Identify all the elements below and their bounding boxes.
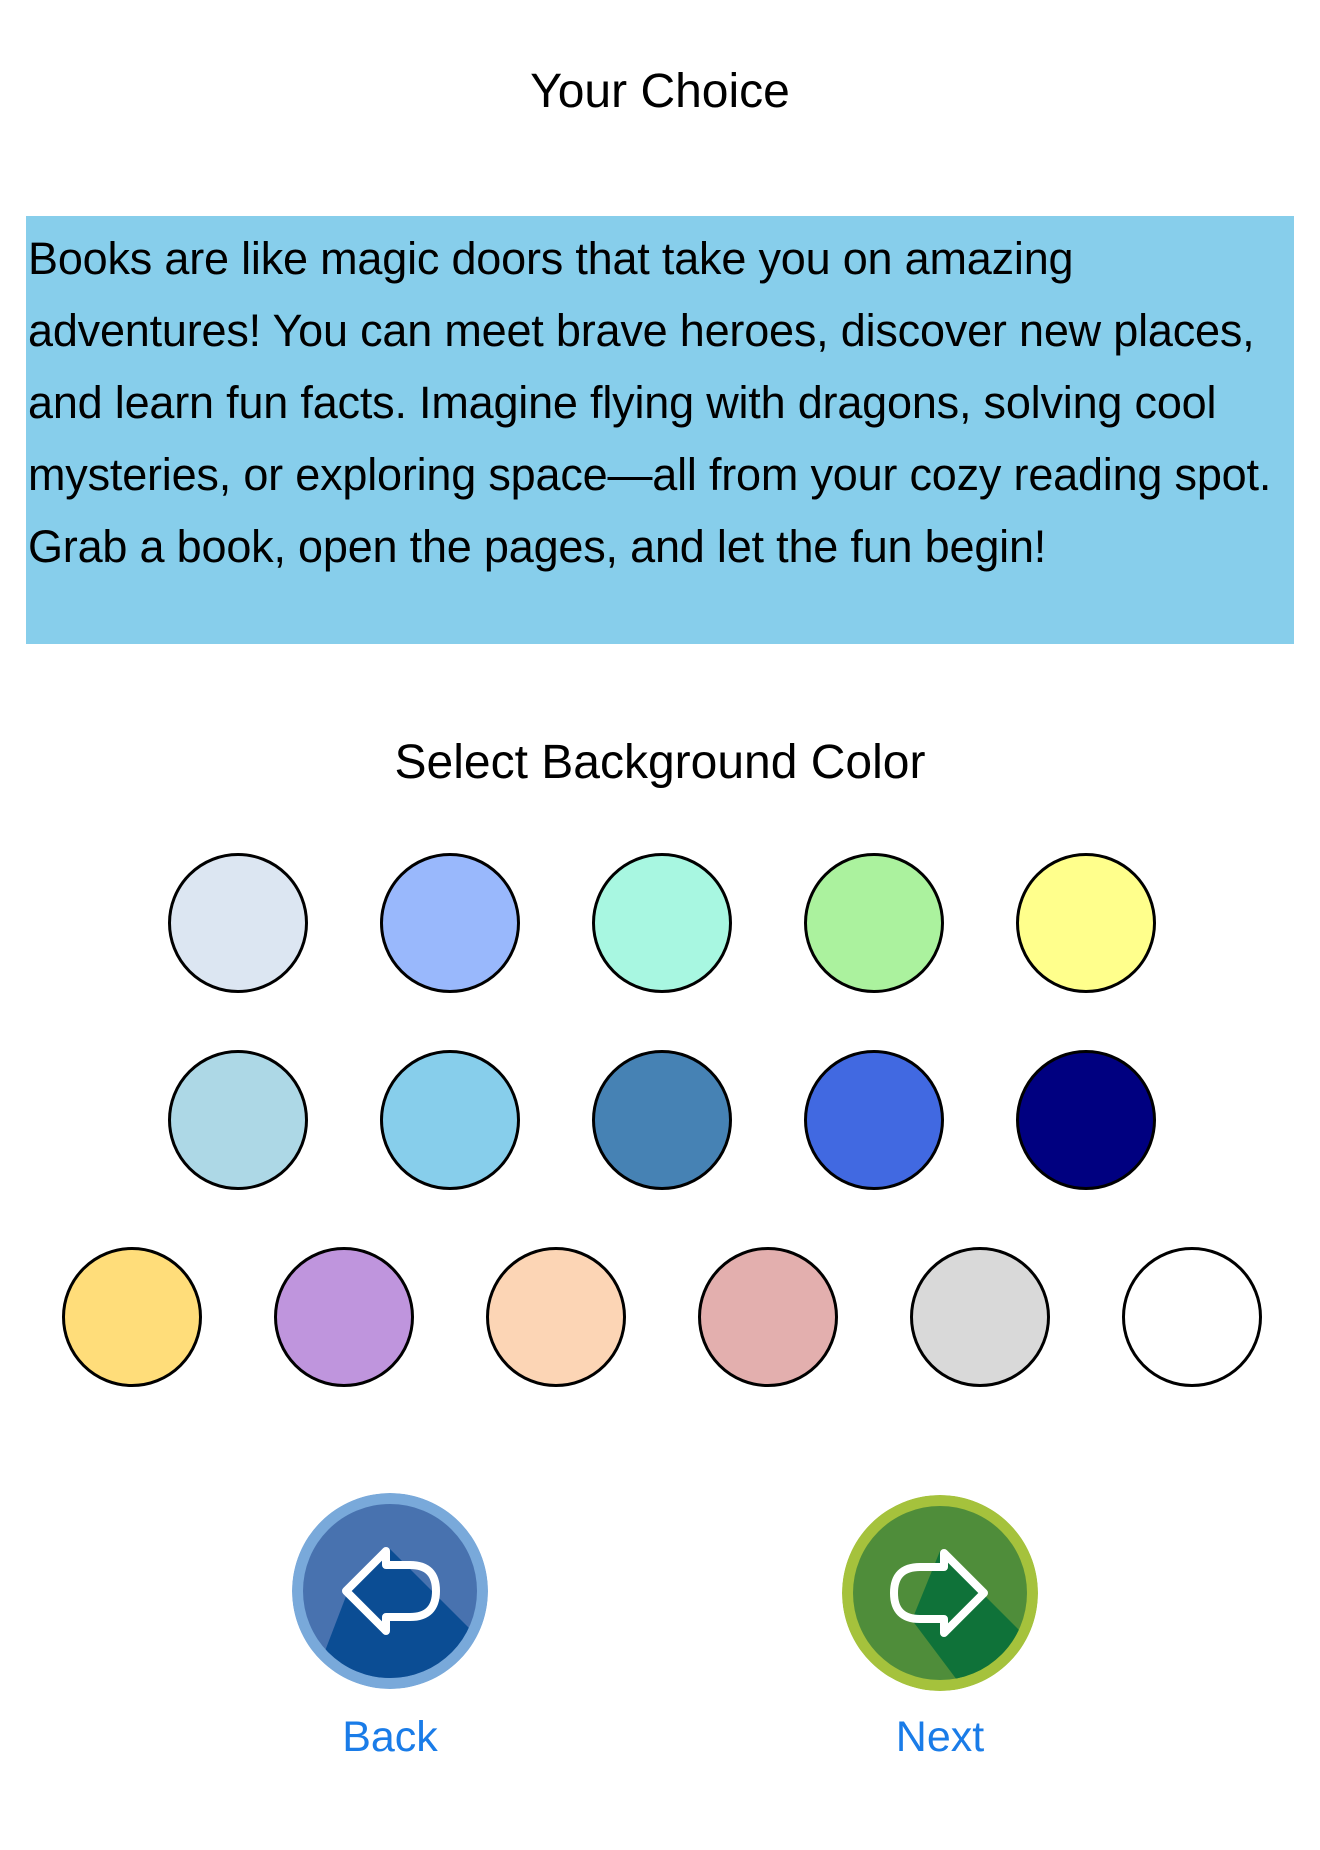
color-swatch[interactable]: [1122, 1247, 1262, 1387]
color-swatch[interactable]: [62, 1247, 202, 1387]
next-label[interactable]: Next: [840, 1711, 1040, 1763]
color-swatch[interactable]: [592, 1050, 732, 1190]
reading-text: Books are like magic doors that take you…: [28, 233, 1272, 572]
color-swatch[interactable]: [1016, 853, 1156, 993]
color-swatch[interactable]: [274, 1247, 414, 1387]
back-button[interactable]: [292, 1493, 488, 1689]
next-arrow-icon: [842, 1495, 1038, 1691]
reading-text-box: Books are like magic doors that take you…: [26, 216, 1294, 644]
color-picker-title: Select Background Color: [394, 736, 926, 789]
color-swatch[interactable]: [804, 1050, 944, 1190]
color-swatch[interactable]: [910, 1247, 1050, 1387]
back-arrow-icon: [292, 1493, 488, 1689]
color-swatch[interactable]: [380, 1050, 520, 1190]
color-swatch[interactable]: [592, 853, 732, 993]
color-swatch[interactable]: [168, 1050, 308, 1190]
color-swatch[interactable]: [486, 1247, 626, 1387]
color-swatch[interactable]: [804, 853, 944, 993]
color-swatch[interactable]: [1016, 1050, 1156, 1190]
color-swatch[interactable]: [380, 853, 520, 993]
page-title: Your Choice: [530, 65, 790, 118]
next-button[interactable]: [842, 1495, 1038, 1691]
back-label[interactable]: Back: [290, 1711, 490, 1763]
color-swatch[interactable]: [698, 1247, 838, 1387]
color-swatch[interactable]: [168, 853, 308, 993]
